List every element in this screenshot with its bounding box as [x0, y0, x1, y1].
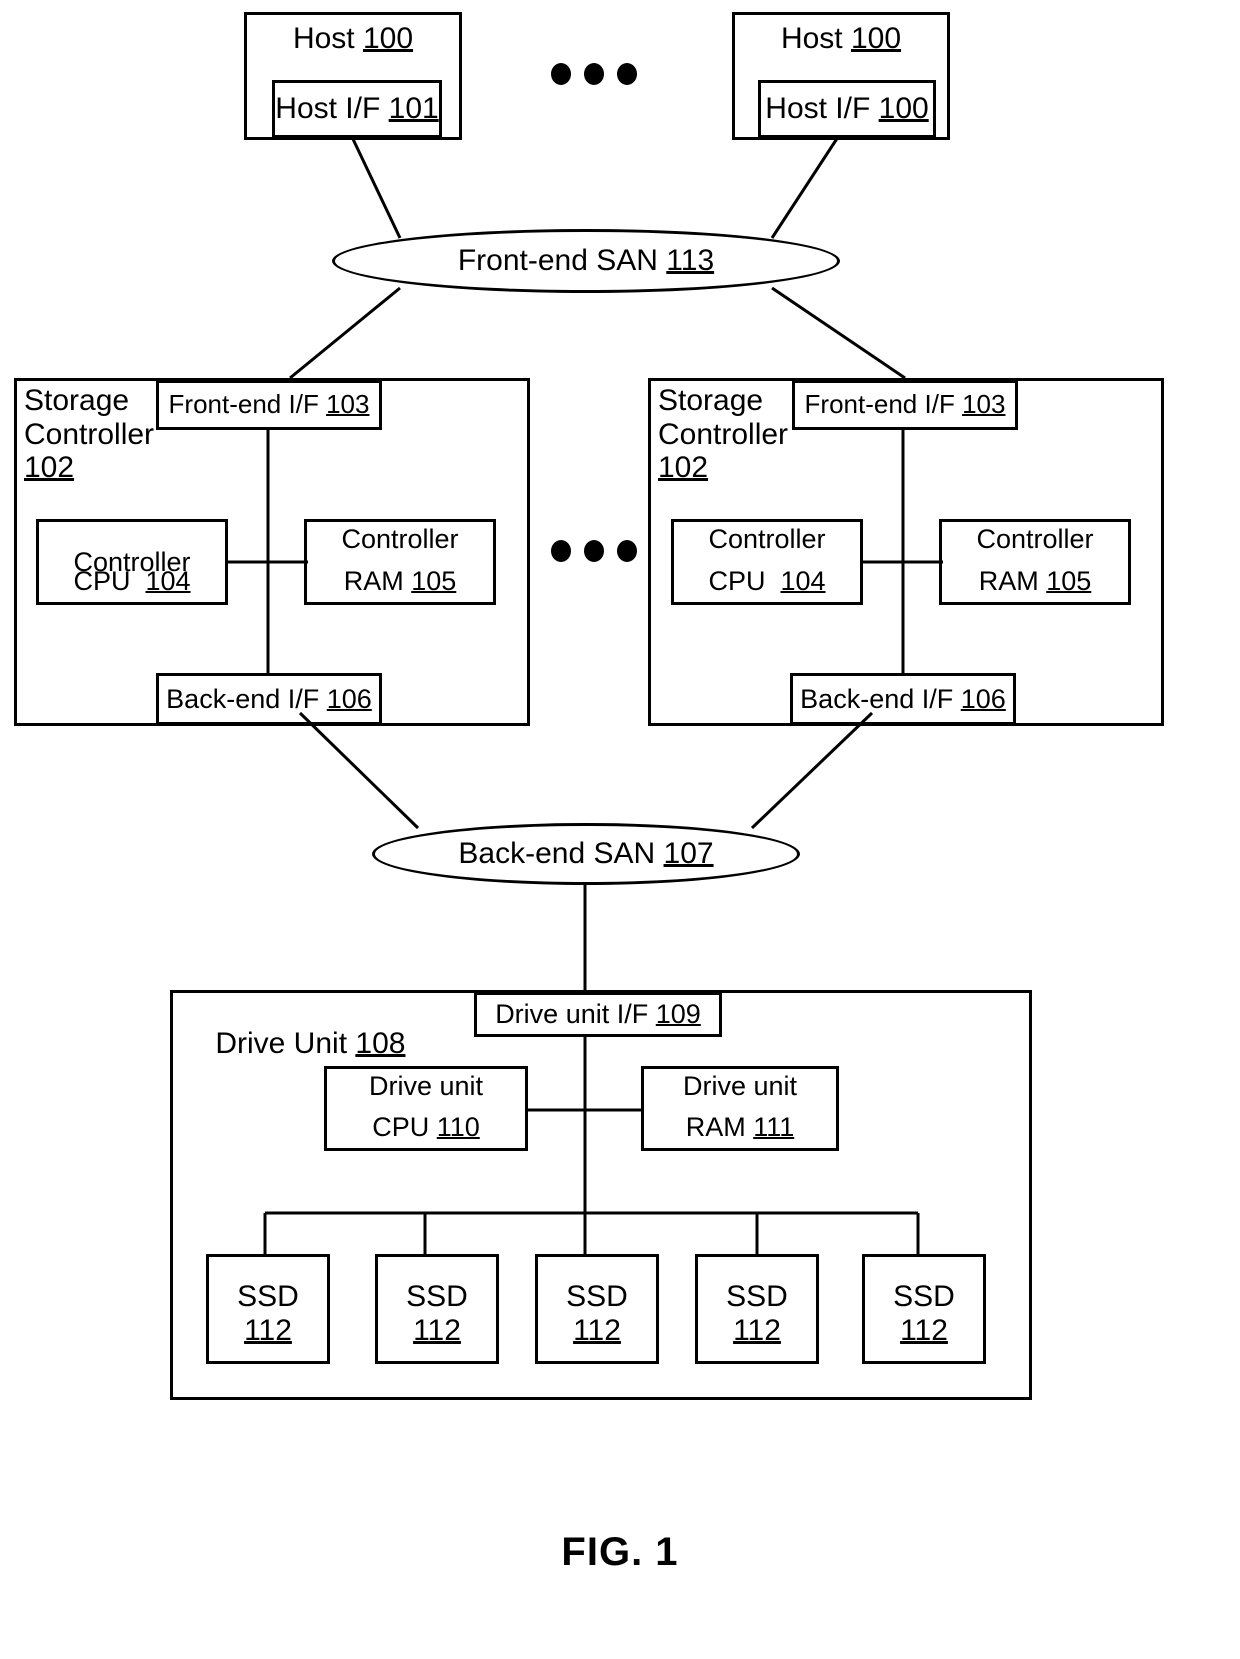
drive-unit-cpu-ref-line: CPU 110 — [372, 1112, 480, 1142]
controller-cpu-2-ref-line: CPU 104 — [708, 566, 826, 596]
controller-cpu-1-ref-line: CPU 104 — [73, 566, 191, 596]
drive-unit-if-label: Drive unit I/F 109 — [495, 999, 701, 1030]
storage-controllers-ellipsis — [551, 540, 637, 562]
ssd-1-ref: 112 — [244, 1314, 292, 1347]
ssd-4-ref: 112 — [733, 1314, 781, 1347]
back-end-if-1-label: Back-end I/F 106 — [166, 683, 372, 714]
ssd-5-label: SSD — [893, 1280, 955, 1313]
ssd-4-label: SSD — [726, 1280, 788, 1313]
wire-fesan-to-sc2 — [771, 286, 906, 380]
drive-unit-ram-ref-line: RAM 111 — [685, 1112, 795, 1142]
controller-ram-1-label: Controller — [341, 524, 459, 554]
controller-ram-2-ref-line: RAM 105 — [978, 566, 1092, 596]
wire-host1-to-fesan — [350, 136, 402, 239]
front-end-if-2-label: Front-end I/F 103 — [804, 389, 1006, 420]
ssd-3-ref: 112 — [573, 1314, 621, 1347]
front-end-san-label: Front-end SAN 113 — [457, 244, 715, 277]
host-2-label: Host 100 — [780, 22, 902, 56]
drive-unit-cpu-label: Drive unit — [368, 1071, 484, 1101]
wire-sc2-to-besan — [750, 711, 874, 830]
ssd-2-ref: 112 — [413, 1314, 461, 1347]
back-end-san-label: Back-end SAN 107 — [458, 837, 714, 870]
host-1-label: Host 100 — [292, 22, 414, 56]
figure-caption: FIG. 1 — [561, 1530, 679, 1574]
ssd-2-label: SSD — [406, 1280, 468, 1313]
controller-ram-1-ref-line: RAM 105 — [343, 566, 457, 596]
back-end-if-2-label: Back-end I/F 106 — [800, 683, 1006, 714]
controller-cpu-2-label: Controller — [708, 524, 826, 554]
hosts-ellipsis — [551, 63, 637, 85]
ssd-1-label: SSD — [237, 1280, 299, 1313]
front-end-if-1-label: Front-end I/F 103 — [168, 389, 370, 420]
patent-figure-1: Host 100 Host I/F 101 Host 100 Host I/F … — [0, 0, 1240, 1659]
wire-fesan-to-sc1 — [289, 286, 401, 380]
host-interface-1-label: Host I/F 101 — [275, 92, 439, 126]
host-interface-2-label: Host I/F 100 — [765, 92, 929, 126]
controller-ram-2-label: Controller — [976, 524, 1094, 554]
front-end-san-ellipse[interactable]: Front-end SAN 113 — [332, 229, 840, 293]
wire-sc1-to-besan — [298, 711, 420, 830]
ssd-3-label: SSD — [566, 1280, 628, 1313]
back-end-san-ellipse[interactable]: Back-end SAN 107 — [372, 823, 800, 885]
ssd-5-ref: 112 — [900, 1314, 948, 1347]
drive-unit-ram-label: Drive unit — [682, 1071, 798, 1101]
wire-host2-to-fesan — [770, 136, 840, 239]
